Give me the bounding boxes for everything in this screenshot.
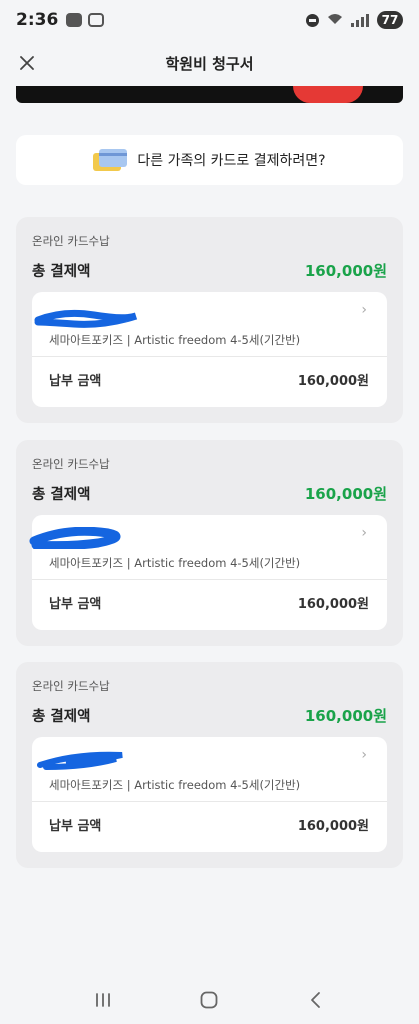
item-description: 세마아트포키즈 | Artistic freedom 4-5세(기간반) xyxy=(49,333,301,347)
recent-apps-icon xyxy=(96,992,111,1007)
home-icon xyxy=(201,991,218,1008)
item-description: 세마아트포키즈 | Artistic freedom 4-5세(기간반) xyxy=(49,556,301,570)
total-amount: 160,000원 xyxy=(304,262,387,280)
redaction-scribble xyxy=(37,751,123,770)
invoice-item-card[interactable]: › 세마아트포키즈 | Artistic freedom 4-5세(기간반) 납… xyxy=(29,515,387,630)
divider xyxy=(32,356,387,357)
pay-amount-label: 납부 금액 xyxy=(49,819,102,834)
payment-method: 온라인 카드수납 xyxy=(32,679,110,693)
credit-card-icon xyxy=(93,149,128,171)
banner-decoration xyxy=(293,86,363,103)
payment-method: 온라인 카드수납 xyxy=(32,234,110,248)
header: 학원비 청구서 xyxy=(0,40,419,86)
system-nav-bar xyxy=(0,975,419,1024)
other-family-card-button[interactable]: 다른 가족의 카드로 결제하려면? xyxy=(16,135,403,185)
payment-group: 온라인 카드수납 총 결제액 160,000원 › 세마아트포키즈 | Arti… xyxy=(16,217,403,423)
total-amount: 160,000원 xyxy=(304,707,387,725)
back-icon xyxy=(310,991,320,1008)
status-notification-icons xyxy=(66,13,105,27)
status-bar: 2:36 77 xyxy=(0,0,419,40)
payment-group: 온라인 카드수납 총 결제액 160,000원 › 세마아트포키즈 | Arti… xyxy=(16,662,403,868)
pay-amount-label: 납부 금액 xyxy=(49,374,102,389)
invoice-item-card[interactable]: › 세마아트포키즈 | Artistic freedom 4-5세(기간반) 납… xyxy=(32,737,387,852)
total-label: 총 결제액 xyxy=(32,709,91,725)
total-amount: 160,000원 xyxy=(304,485,387,503)
screenshot-notification-icon xyxy=(88,13,105,27)
back-button[interactable] xyxy=(296,985,336,1015)
invoice-item-card[interactable]: › 세마아트포키즈 | Artistic freedom 4-5세(기간반) 납… xyxy=(32,292,387,407)
payment-method: 온라인 카드수납 xyxy=(32,457,110,471)
item-description: 세마아트포키즈 | Artistic freedom 4-5세(기간반) xyxy=(49,778,301,792)
do-not-disturb-icon xyxy=(306,13,319,27)
redaction-scribble xyxy=(34,309,138,328)
other-card-label: 다른 가족의 카드로 결제하려면? xyxy=(137,153,326,169)
pay-amount-label: 납부 금액 xyxy=(49,597,102,612)
recent-apps-button[interactable] xyxy=(83,985,123,1015)
page-title: 학원비 청구서 xyxy=(165,54,254,73)
close-icon xyxy=(20,56,34,70)
pay-amount-value: 160,000원 xyxy=(297,819,369,834)
battery-icon: 77 xyxy=(377,11,403,29)
chat-notification-icon xyxy=(66,13,83,27)
pay-amount-value: 160,000원 xyxy=(297,374,369,389)
total-label: 총 결제액 xyxy=(32,487,91,503)
close-button[interactable] xyxy=(14,50,40,76)
divider xyxy=(32,579,387,580)
chevron-right-icon: › xyxy=(361,747,367,763)
promo-banner[interactable] xyxy=(16,86,403,103)
total-label: 총 결제액 xyxy=(32,264,91,280)
chevron-right-icon: › xyxy=(361,302,367,318)
wifi-icon xyxy=(327,13,343,28)
payment-group: 온라인 카드수납 총 결제액 160,000원 › 세마아트포키즈 | Arti… xyxy=(16,440,403,646)
redaction-scribble xyxy=(29,527,121,549)
chevron-right-icon: › xyxy=(361,525,367,541)
home-button[interactable] xyxy=(189,985,229,1015)
signal-icon xyxy=(351,13,369,27)
pay-amount-value: 160,000원 xyxy=(297,597,369,612)
status-system-icons: 77 xyxy=(306,11,403,29)
divider xyxy=(32,801,387,802)
status-time: 2:36 xyxy=(16,10,59,30)
